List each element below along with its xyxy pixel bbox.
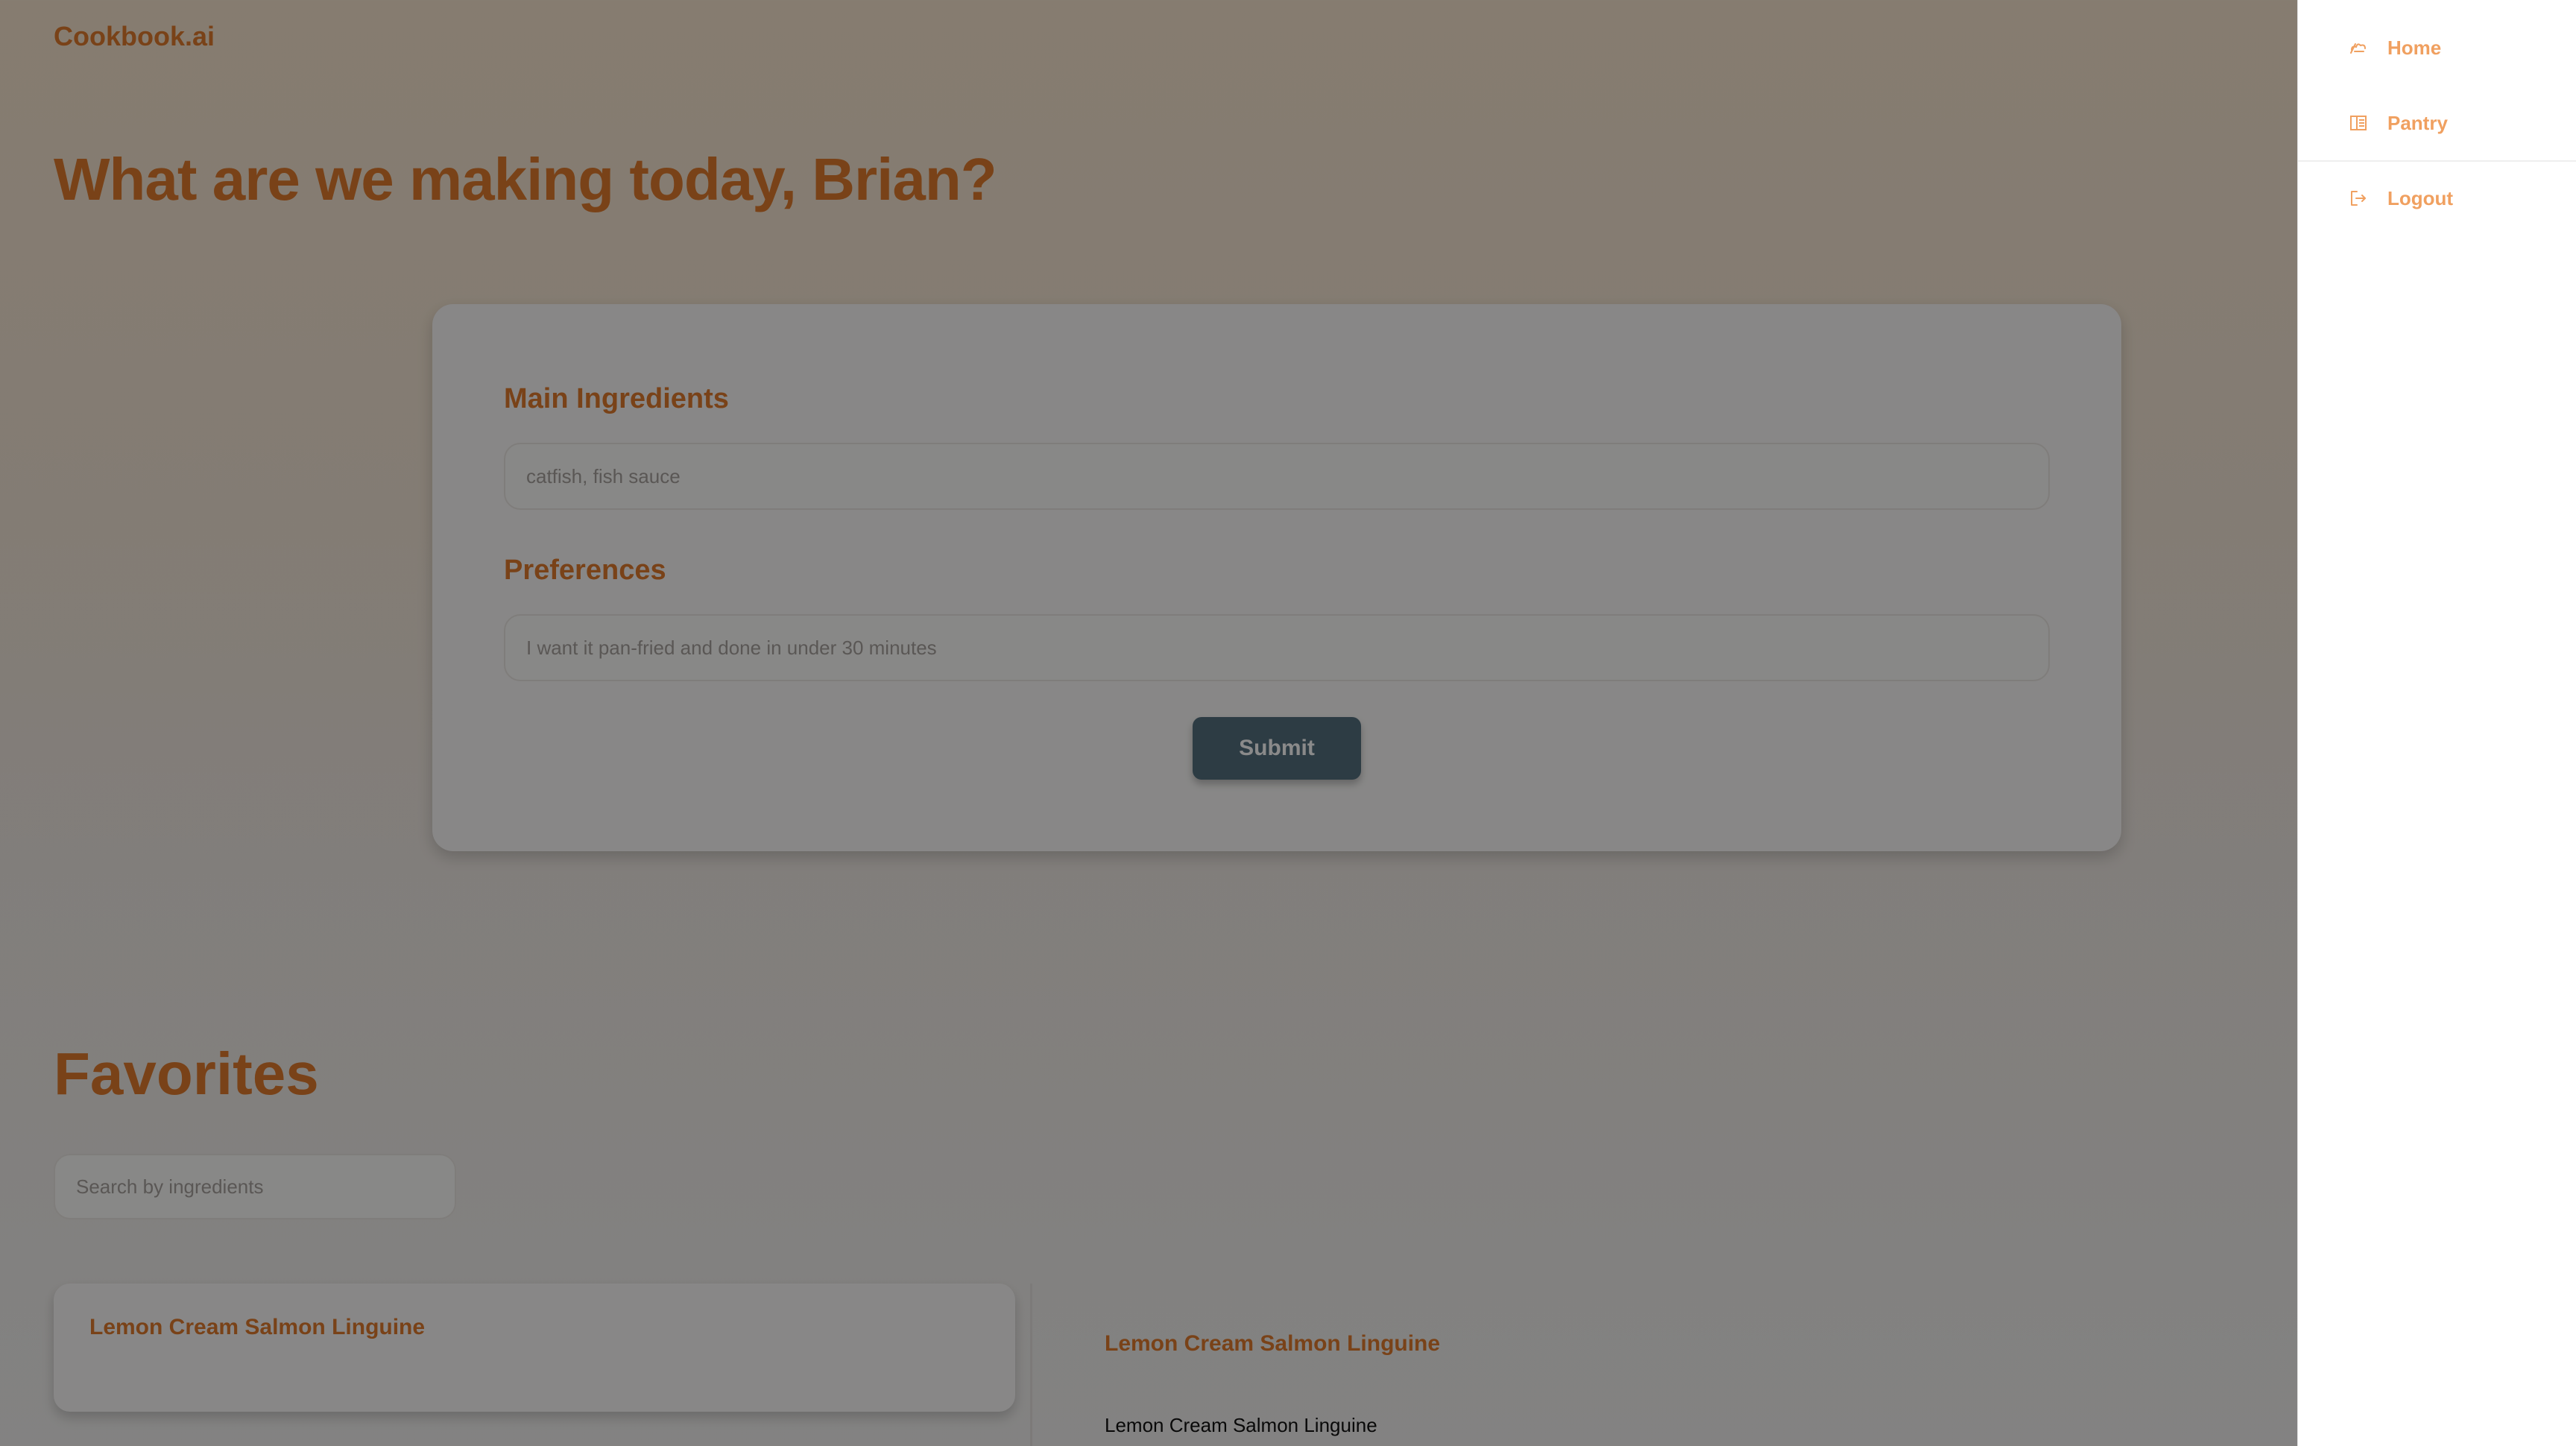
logout-icon — [2349, 189, 2368, 208]
nav-label-logout: Logout — [2387, 186, 2454, 209]
chef-hat-icon — [2349, 38, 2368, 57]
nav-item-logout[interactable]: Logout — [2349, 176, 2565, 221]
drawer-backdrop[interactable] — [0, 0, 2576, 1446]
nav-label-pantry: Pantry — [2387, 111, 2448, 134]
pantry-icon — [2349, 113, 2368, 133]
nav-item-home[interactable]: Home — [2349, 25, 2565, 70]
drawer-divider — [2298, 160, 2576, 162]
nav-drawer: Home Pantry Logout — [2297, 0, 2576, 1446]
nav-item-pantry[interactable]: Pantry — [2349, 101, 2565, 145]
nav-label-home: Home — [2387, 36, 2442, 59]
